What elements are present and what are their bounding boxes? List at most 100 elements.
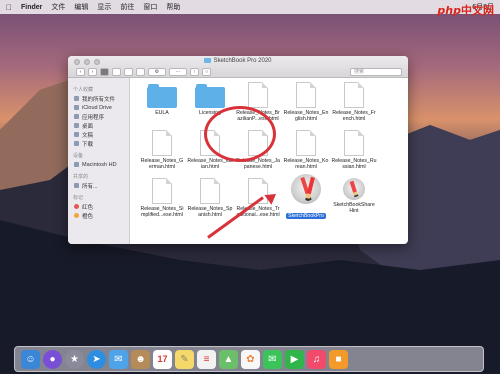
sidebar-item-tag-orange[interactable]: 橙色 <box>68 211 129 220</box>
launchpad-icon[interactable]: ★ <box>65 349 84 369</box>
sidebar-item-label: 桌面 <box>82 123 94 130</box>
safari-icon[interactable]: ➤ <box>87 349 106 369</box>
file-item-sketchbook-share-hint[interactable]: SketchBookShare Hint <box>330 178 378 214</box>
html-document-icon <box>344 130 364 156</box>
file-item-release-notes-de[interactable]: Release_Notes_G erman.html <box>138 130 186 170</box>
disk-icon <box>74 162 79 167</box>
html-document-icon <box>344 82 364 108</box>
sidebar-item-desktop[interactable]: 桌面 <box>68 121 129 130</box>
sidebar-item-label: iCloud Drive <box>82 104 112 111</box>
file-item-release-notes-ko[interactable]: Release_Notes_Ko rean.html <box>282 130 330 170</box>
icon-view-button[interactable] <box>100 68 109 76</box>
sidebar-item-downloads[interactable]: 下载 <box>68 139 129 148</box>
messages-icon[interactable]: ✉ <box>263 349 282 369</box>
sidebar-item-shared-all[interactable]: 所有... <box>68 181 129 190</box>
file-grid: EULA Licensing Release_Notes_Br azilianP… <box>134 82 404 240</box>
sidebar-item-tag-red[interactable]: 红色 <box>68 202 129 211</box>
siri-icon[interactable]: ● <box>43 349 62 369</box>
sidebar-item-label: 所有... <box>82 183 98 190</box>
sketchbook-app-icon <box>291 174 321 204</box>
file-item-release-notes-ru[interactable]: Release_Notes_Ru ssian.html <box>330 130 378 170</box>
orange-tag-icon <box>74 213 79 218</box>
search-input[interactable]: 搜索 <box>350 68 402 76</box>
sidebar-item-label: 红色 <box>82 204 94 211</box>
highlight-circle <box>204 106 276 162</box>
menu-edit[interactable]: 编辑 <box>74 2 88 12</box>
notes-icon[interactable]: ✎ <box>175 349 194 369</box>
sidebar-item-label: 文稿 <box>82 132 94 139</box>
menu-bar:  Finder 文件 编辑 显示 前往 窗口 帮助 6月8日 <box>0 0 500 14</box>
sidebar-item-applications[interactable]: 应用程序 <box>68 112 129 121</box>
sidebar-item-label: Macintosh HD <box>82 161 117 168</box>
file-label: Release_Notes_G erman.html <box>140 158 184 170</box>
file-item-eula[interactable]: EULA <box>138 82 186 116</box>
desktop-icon <box>74 123 79 128</box>
file-item-release-notes-zh-hans[interactable]: Release_Notes_Si mplified...ese.html <box>138 178 186 218</box>
calendar-icon[interactable]: 17 <box>153 349 172 369</box>
mail-icon[interactable]: ✉ <box>109 349 128 369</box>
back-button[interactable]: ‹ <box>76 68 85 76</box>
window-titlebar[interactable]: SketchBook Pro 2020 ‹ › ⚙ ⋯ ↑ ○ 搜索 <box>68 56 408 78</box>
sketchbook-share-icon <box>343 178 365 200</box>
arrange-button[interactable]: ⚙ <box>148 68 166 76</box>
sidebar-item-label: 我的所有文件 <box>82 96 116 103</box>
cloud-icon <box>74 105 79 110</box>
file-item-sketchbook-pro[interactable]: SketchBookPro <box>282 174 330 222</box>
file-label: Release_Notes_Ru ssian.html <box>331 158 377 170</box>
menu-view[interactable]: 显示 <box>97 2 111 12</box>
html-document-icon <box>200 178 220 204</box>
dock: ☺ ● ★ ➤ ✉ ☻ 17 ✎ ≡ ▲ ✿ ✉ ▶ ♫ ■ <box>14 346 484 372</box>
sidebar-heading-favorites: 个人收藏 <box>73 87 94 93</box>
apple-menu-icon[interactable]:  <box>6 3 12 12</box>
html-document-icon <box>152 178 172 204</box>
file-label: EULA <box>155 110 169 116</box>
watermark-brand: php <box>437 4 461 17</box>
documents-icon <box>74 132 79 137</box>
sidebar-heading-devices: 设备 <box>73 153 84 159</box>
gallery-view-button[interactable] <box>136 68 145 76</box>
column-view-button[interactable] <box>124 68 133 76</box>
list-view-button[interactable] <box>112 68 121 76</box>
folder-icon <box>204 58 212 63</box>
red-tag-icon <box>74 204 79 209</box>
menu-help[interactable]: 帮助 <box>166 2 180 12</box>
network-icon <box>74 183 79 188</box>
menu-go[interactable]: 前往 <box>120 2 134 12</box>
sidebar-item-documents[interactable]: 文稿 <box>68 130 129 139</box>
menu-window[interactable]: 窗口 <box>143 2 157 12</box>
books-icon[interactable]: ■ <box>329 349 348 369</box>
sidebar-item-label: 橙色 <box>82 213 94 220</box>
contacts-icon[interactable]: ☻ <box>131 349 150 369</box>
sidebar-item-icloud[interactable]: iCloud Drive <box>68 103 129 112</box>
action-button[interactable]: ⋯ <box>169 68 187 76</box>
file-label: SketchBookPro <box>286 213 326 219</box>
finder-icon[interactable]: ☺ <box>21 349 40 369</box>
file-label: Release_Notes_Ko rean.html <box>283 158 329 170</box>
sidebar-item-macintosh-hd[interactable]: Macintosh HD <box>68 160 129 169</box>
file-label: Release_Notes_Fr ench.html <box>332 110 376 122</box>
download-icon <box>74 141 79 146</box>
maps-icon[interactable]: ▲ <box>219 349 238 369</box>
file-label: Release_Notes_Sp anish.html <box>187 206 233 218</box>
file-item-release-notes-es[interactable]: Release_Notes_Sp anish.html <box>186 178 234 218</box>
window-title-text: SketchBook Pro 2020 <box>213 58 272 64</box>
menu-app-name[interactable]: Finder <box>21 4 42 11</box>
reminders-icon[interactable]: ≡ <box>197 349 216 369</box>
file-item-release-notes-en[interactable]: Release_Notes_En glish.html <box>282 82 330 122</box>
menu-file[interactable]: 文件 <box>51 2 65 12</box>
file-label: Release_Notes_Si mplified...ese.html <box>140 206 184 218</box>
music-icon[interactable]: ♫ <box>307 349 326 369</box>
photos-icon[interactable]: ✿ <box>241 349 260 369</box>
file-item-release-notes-fr[interactable]: Release_Notes_Fr ench.html <box>330 82 378 122</box>
sidebar-heading-shared: 共享的 <box>73 174 89 180</box>
sidebar: 个人收藏 我的所有文件 iCloud Drive 应用程序 桌面 文稿 下载 设… <box>68 78 130 244</box>
folder-icon <box>195 84 225 108</box>
watermark-cn: 中文网 <box>461 4 494 17</box>
tag-button[interactable]: ○ <box>202 68 211 76</box>
forward-button[interactable]: › <box>88 68 97 76</box>
applications-icon <box>74 114 79 119</box>
facetime-icon[interactable]: ▶ <box>285 349 304 369</box>
share-button[interactable]: ↑ <box>190 68 199 76</box>
html-document-icon <box>296 82 316 108</box>
sidebar-item-all-files[interactable]: 我的所有文件 <box>68 94 129 103</box>
